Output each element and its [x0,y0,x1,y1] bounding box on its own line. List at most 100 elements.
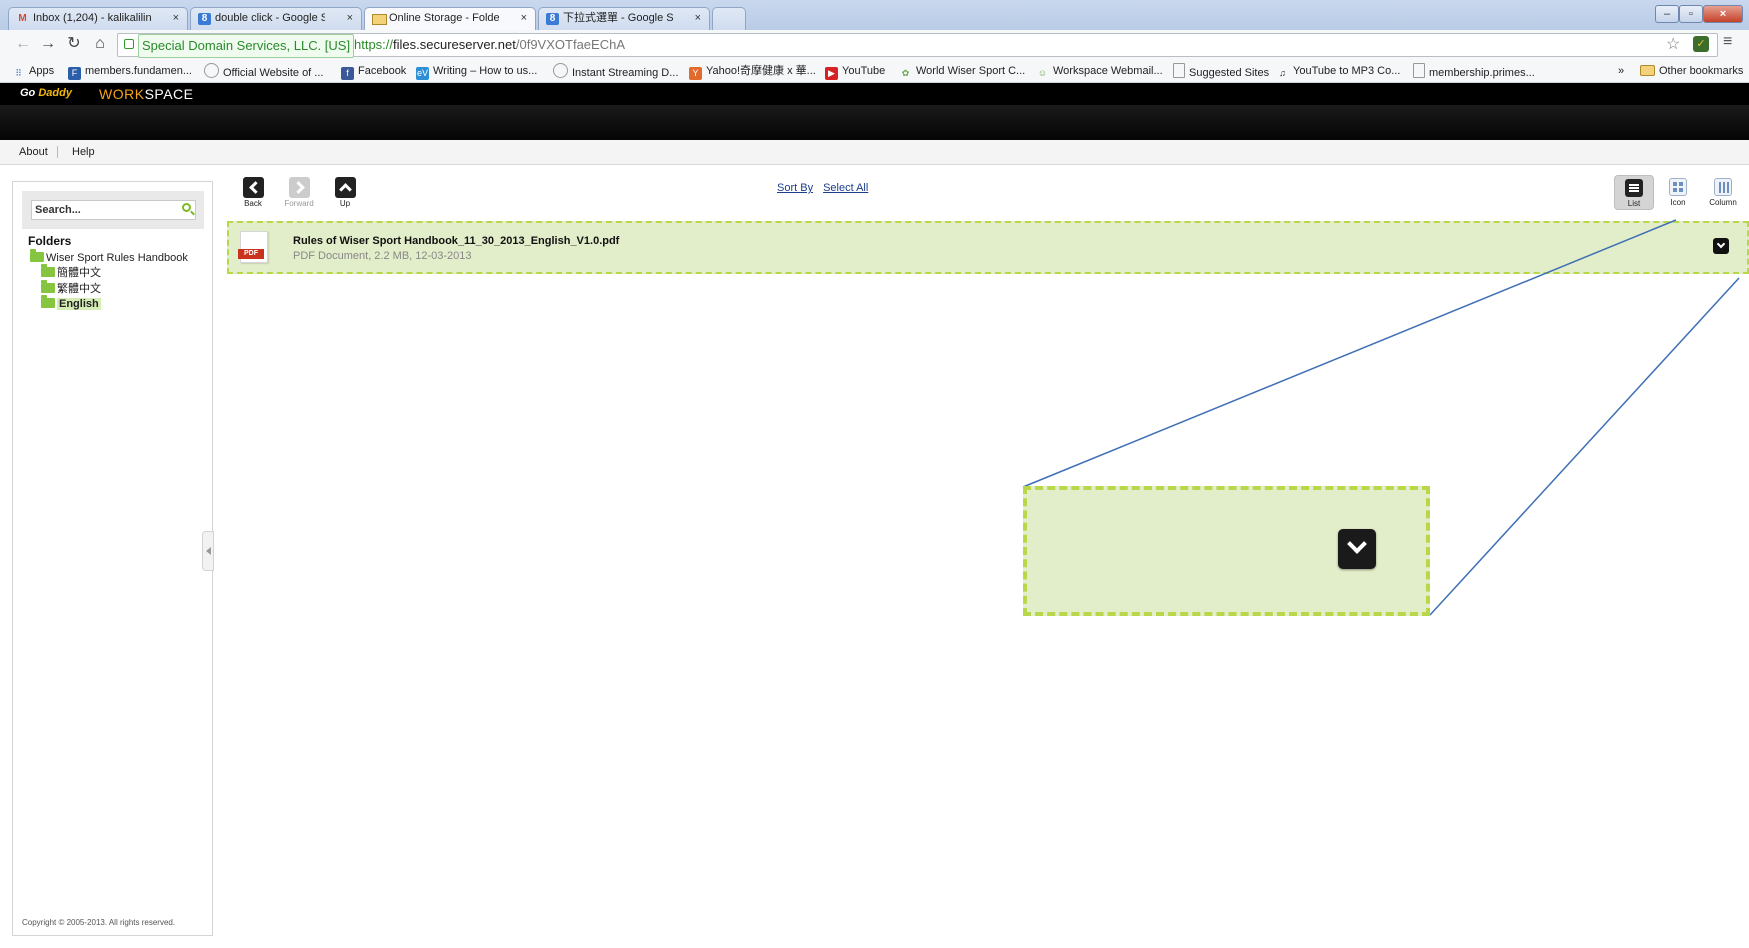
bookmark-label: YouTube [842,65,886,77]
bookmark-star-icon[interactable]: ☆ [1666,34,1680,54]
facebook-icon: f [341,67,354,80]
up-label: Up [339,199,351,208]
close-icon[interactable]: × [521,8,527,29]
globe-icon: ✿ [901,68,910,78]
new-tab-button[interactable] [712,7,746,30]
minimize-button[interactable]: ‒ [1655,5,1679,23]
window-close-button[interactable]: × [1703,5,1743,23]
list-view-icon [1625,179,1643,197]
url-text[interactable]: https://files.secureserver.net/0f9VXOTfa… [354,34,625,56]
chevron-right-icon [288,177,310,198]
view-list-button[interactable]: List [1614,175,1654,210]
bookmark-instant-streaming[interactable]: Instant Streaming D... [553,63,678,79]
brand-space: SPACE [144,86,194,102]
folders-heading: Folders [28,234,72,248]
page-icon [1173,63,1185,78]
sort-links: Sort By Select All [777,182,878,194]
up-button[interactable]: Up [330,177,360,208]
ev-certificate-label[interactable]: Special Domain Services, LLC. [US] [138,34,355,58]
bookmark-yahoo[interactable]: Y Yahoo!奇摩健康 x 華... [689,63,816,80]
bookmark-label: Official Website of ... [223,67,324,79]
page-icon: F [68,67,81,80]
url-host: files.secureserver.net [393,37,516,52]
bookmark-youtube[interactable]: ▶ YouTube [825,63,886,80]
bookmark-members[interactable]: Fmembers.fundamen... [68,63,192,80]
godaddy-logo[interactable]: Go Daddy [20,87,72,99]
view-icon-button[interactable]: Icon [1658,175,1698,210]
bookmark-writing[interactable]: eV Writing – How to us... [416,63,537,80]
pdf-badge: PDF [238,249,264,259]
bookmark-membership[interactable]: membership.primes... [1413,63,1535,79]
callout-line-lower [1429,277,1740,616]
folder-item-traditional-chinese[interactable]: 繁體中文 [41,280,101,297]
site-menu-bar: About Help [0,140,1749,165]
sidebar: Folders Wiser Sport Rules Handbook 簡體中文 … [12,181,213,936]
file-row[interactable]: PDF Rules of Wiser Sport Handbook_11_30_… [227,221,1749,274]
bookmark-workspace-webmail[interactable]: ☺ Workspace Webmail... [1036,63,1163,79]
row-dropdown-button[interactable] [1713,238,1729,254]
forward-button[interactable]: Forward [284,177,314,208]
view-column-button[interactable]: Column [1703,175,1743,210]
youtube-icon: ▶ [825,67,838,80]
tab-google-search-2[interactable]: 8 下拉式選單 - Google Search × [538,7,710,30]
folder-label: 繁體中文 [57,283,101,295]
bookmark-facebook[interactable]: f Facebook [341,63,406,80]
search-icon[interactable] [182,203,191,212]
tab-online-storage[interactable]: Online Storage - Folder Sh × [364,7,536,30]
folder-label: English [57,298,101,310]
menu-about[interactable]: About [19,140,48,164]
folder-icon [41,264,55,277]
sidebar-collapse-handle[interactable] [202,531,214,571]
bookmark-suggested-sites[interactable]: Suggested Sites [1173,63,1269,79]
close-icon[interactable]: × [695,8,701,29]
home-icon[interactable]: ⌂ [90,34,110,54]
globe-icon [553,63,568,78]
bookmark-label: membership.primes... [1429,67,1535,79]
bookmark-apps[interactable]: ⠿ Apps [12,63,54,79]
copyright-text: Copyright © 2005-2013. All rights reserv… [22,918,176,927]
logo-suffix: Daddy [38,87,72,99]
address-bar[interactable]: Special Domain Services, LLC. [US] https… [117,33,1718,58]
forward-arrow-icon[interactable]: → [38,34,58,54]
file-meta: PDF Document, 2.2 MB, 12-03-2013 [293,250,472,262]
bookmark-label: Workspace Webmail... [1053,65,1163,77]
bookmarks-overflow-button[interactable]: » [1618,63,1624,79]
chrome-menu-icon[interactable]: ≡ [1723,33,1732,51]
reload-icon[interactable]: ↻ [64,34,84,54]
maximize-button[interactable]: ▫ [1679,5,1703,23]
apps-icon: ⠿ [15,68,22,78]
globe-icon [204,63,219,78]
bookmark-label: Instant Streaming D... [572,67,679,79]
search-box[interactable] [31,200,196,220]
tab-google-search[interactable]: 8 double click - Google Search × [190,7,362,30]
extension-icon[interactable]: ✓ [1693,36,1709,52]
folder-item-simplified-chinese[interactable]: 簡體中文 [41,264,101,281]
sort-by-link[interactable]: Sort By [777,182,813,194]
folder-item-english[interactable]: English [41,295,101,312]
bookmark-world-wiser[interactable]: ✿ World Wiser Sport C... [899,63,1026,79]
view-label: Icon [1670,198,1686,207]
logo-prefix: Go [20,87,36,99]
bookmark-label: Yahoo!奇摩健康 x 華... [706,65,816,77]
tab-label: Online Storage - Folder Sh [389,12,499,24]
folder-icon [372,14,387,25]
search-input[interactable] [35,202,175,218]
view-label: List [1627,199,1641,208]
folder-item-wiser-sport-rules-handbook[interactable]: Wiser Sport Rules Handbook [30,249,188,266]
workspace-brand: WORKSPACE [99,86,194,102]
back-button[interactable]: Back [238,177,268,208]
other-bookmarks[interactable]: Other bookmarks [1640,63,1743,79]
close-icon[interactable]: × [347,8,353,29]
music-icon: ♫ [1279,68,1286,78]
tab-gmail[interactable]: M Inbox (1,204) - kalikalilin@ × [8,7,188,30]
lock-icon [124,39,134,49]
bookmark-youtube-mp3[interactable]: ♫ YouTube to MP3 Co... [1276,63,1400,79]
back-arrow-icon[interactable]: ← [13,34,33,54]
chevron-left-icon [242,177,264,198]
select-all-link[interactable]: Select All [823,182,868,194]
menu-help[interactable]: Help [72,140,95,164]
column-view-icon [1714,178,1732,196]
file-name[interactable]: Rules of Wiser Sport Handbook_11_30_2013… [293,235,619,247]
close-icon[interactable]: × [173,8,179,29]
bookmark-official[interactable]: Official Website of ... [204,63,323,79]
